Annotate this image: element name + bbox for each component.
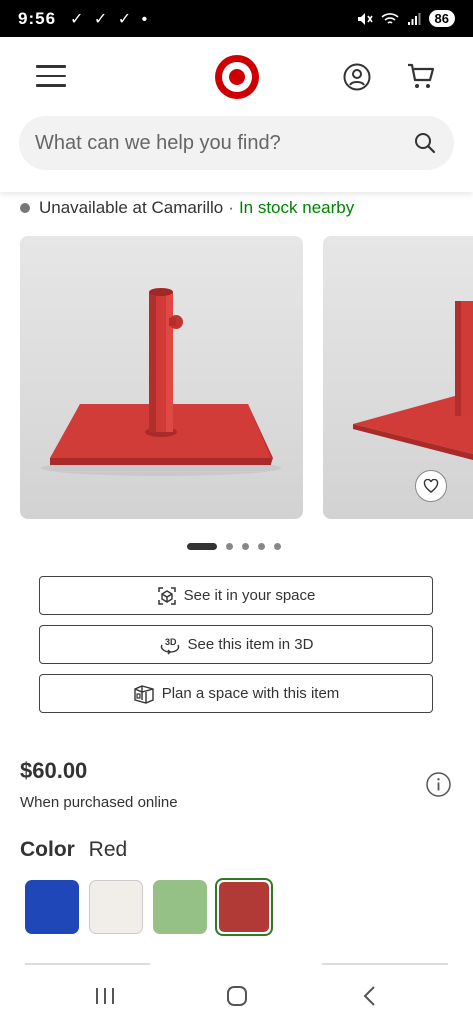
price-note: When purchased online (20, 794, 178, 811)
back-icon[interactable] (360, 985, 380, 1007)
carousel-dot[interactable] (258, 543, 265, 550)
svg-text:3D: 3D (165, 637, 177, 647)
site-header (0, 37, 473, 192)
status-bar: 9:56 ✓ ✓ ✓ • 86 (0, 0, 473, 37)
color-selected-value: Red (88, 838, 128, 861)
wifi-icon (380, 12, 399, 24)
notification-icons: ✓ ✓ ✓ • (70, 10, 151, 28)
info-icon[interactable] (426, 772, 451, 797)
umbrella-base-image (41, 288, 281, 476)
see-in-3d-label: See this item in 3D (187, 636, 314, 653)
see-in-your-space-button[interactable]: See it in your space (39, 576, 433, 615)
status-time: 9:56 (18, 8, 57, 28)
search-bar[interactable] (19, 116, 454, 170)
heart-icon (423, 479, 439, 493)
color-swatch-green[interactable] (153, 880, 207, 934)
color-swatch-white[interactable] (89, 880, 143, 934)
target-logo[interactable] (214, 54, 260, 100)
favorite-button[interactable] (415, 470, 447, 502)
plan-a-space-label: Plan a space with this item (161, 685, 340, 702)
color-selector-header: Color Red (20, 838, 127, 862)
color-swatch-blue[interactable] (25, 880, 79, 934)
search-icon[interactable] (414, 132, 436, 154)
price: $60.00 (20, 758, 88, 783)
carousel-pagination (187, 543, 281, 550)
umbrella-base-image-angle (353, 301, 473, 460)
room-plan-icon (134, 684, 154, 704)
carousel-dot-active[interactable] (187, 543, 217, 550)
product-image-carousel[interactable] (0, 236, 473, 519)
color-swatch-red-selected[interactable] (215, 878, 273, 936)
availability-dot-icon (20, 203, 30, 213)
menu-icon-bar (36, 74, 66, 77)
carousel-dot[interactable] (242, 543, 249, 550)
carousel-dot[interactable] (274, 543, 281, 550)
status-right: 86 (357, 10, 455, 27)
availability-status: Unavailable at Camarillo (39, 198, 224, 217)
carousel-dot[interactable] (226, 543, 233, 550)
product-image[interactable] (323, 236, 473, 519)
availability-separator: · (228, 198, 234, 217)
product-image[interactable] (20, 236, 303, 519)
see-in-your-space-label: See it in your space (183, 587, 316, 604)
cart-icon[interactable] (406, 61, 436, 91)
menu-button[interactable] (36, 65, 66, 89)
battery-indicator: 86 (428, 10, 455, 27)
color-swatch-red-fill (219, 882, 269, 932)
system-navigation-bar (0, 965, 473, 1024)
recents-icon[interactable] (94, 987, 116, 1005)
signal-icon (407, 12, 421, 25)
availability-line: Unavailable at Camarillo · In stock near… (20, 198, 354, 218)
account-icon[interactable] (343, 63, 371, 91)
3d-rotate-icon: 3D (160, 637, 179, 654)
color-label: Color (20, 838, 75, 861)
plan-a-space-button[interactable]: Plan a space with this item (39, 674, 433, 713)
in-stock-nearby-link[interactable]: In stock nearby (239, 198, 354, 218)
mute-icon (357, 12, 373, 25)
ar-cube-icon (157, 586, 176, 605)
search-input[interactable] (35, 131, 414, 155)
menu-icon-bar (36, 65, 66, 68)
see-in-3d-button[interactable]: 3D See this item in 3D (39, 625, 433, 664)
home-icon[interactable] (227, 986, 247, 1006)
menu-icon-bar (36, 84, 66, 87)
